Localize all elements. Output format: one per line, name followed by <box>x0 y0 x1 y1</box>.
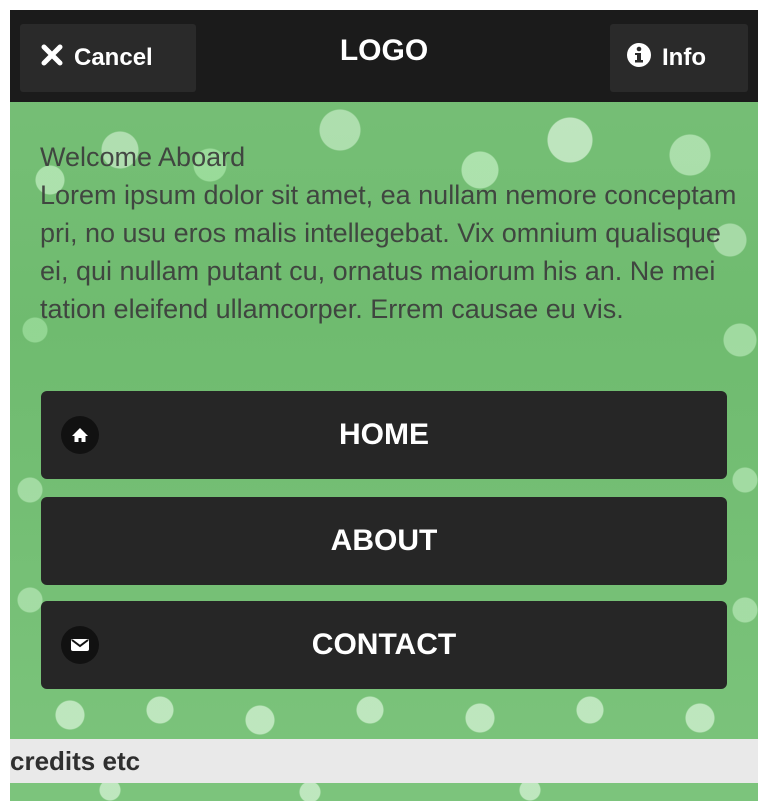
welcome-body: Lorem ipsum dolor sit amet, ea nullam ne… <box>40 180 737 324</box>
welcome-heading: Welcome Aboard <box>40 142 246 172</box>
nav-about-label: ABOUT <box>330 524 438 557</box>
nav-home-label: HOME <box>339 418 429 451</box>
nav-home-button[interactable]: HOME <box>41 391 727 479</box>
header-bar: Cancel LOGO Info <box>10 10 758 102</box>
top-border <box>0 0 758 10</box>
info-button[interactable]: Info <box>610 24 748 92</box>
footer-credits: credits etc <box>10 739 758 783</box>
nav-about-button[interactable]: ABOUT <box>41 497 727 585</box>
welcome-text: Welcome Aboard Lorem ipsum dolor sit ame… <box>40 138 740 328</box>
nav-contact-label: CONTACT <box>311 628 457 661</box>
mail-icon <box>61 626 99 664</box>
nav-contact-button[interactable]: CONTACT <box>41 601 727 689</box>
home-icon <box>61 416 99 454</box>
info-button-label: Info <box>662 44 706 71</box>
info-icon <box>626 42 652 75</box>
app-window: Cancel LOGO Info Welcome Aboard Lorem ip… <box>10 10 758 801</box>
